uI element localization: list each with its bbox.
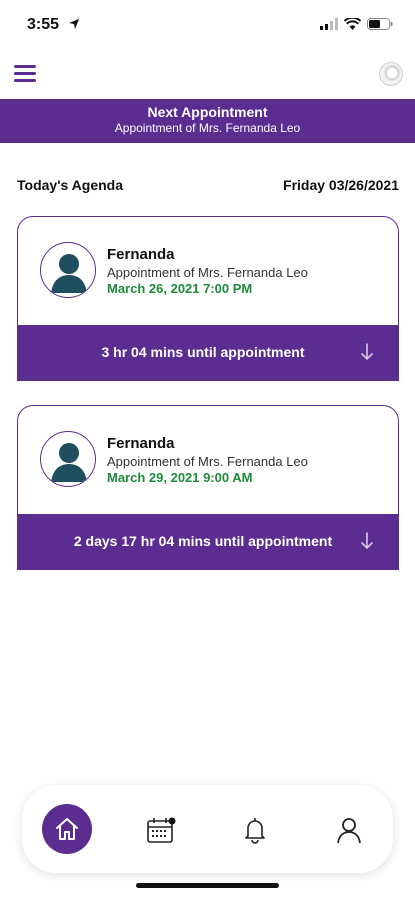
location-arrow-icon [69,19,79,29]
agenda-date: Friday 03/26/2021 [283,177,399,193]
person-silhouette-icon [51,443,87,482]
hamburger-menu-icon[interactable] [14,65,36,83]
appointment-subtitle: Appointment of Mrs. Fernanda Leo [107,265,308,280]
appointment-subtitle: Appointment of Mrs. Fernanda Leo [107,454,308,469]
calendar-icon [147,817,176,843]
agenda-label: Today's Agenda [17,177,124,193]
appointment-card-body[interactable]: Fernanda Appointment of Mrs. Fernanda Le… [18,217,398,326]
home-icon [56,818,78,840]
nav-notifications-button[interactable] [230,805,280,855]
status-bar: 3:55 [0,0,415,52]
patient-name: Fernanda [107,435,175,452]
appointment-countdown-bar[interactable]: 2 days 17 hr 04 mins until appointment [18,514,398,569]
appointment-countdown-bar[interactable]: 3 hr 04 mins until appointment [18,325,398,380]
arrow-down-icon[interactable] [360,531,374,551]
appointment-card[interactable]: Fernanda Appointment of Mrs. Fernanda Le… [17,216,399,381]
wifi-icon [344,18,361,30]
banner-subtitle: Appointment of Mrs. Fernanda Leo [114,121,301,135]
banner-title: Next Appointment [147,104,268,120]
appointment-card-body[interactable]: Fernanda Appointment of Mrs. Fernanda Le… [18,406,398,515]
profile-avatar[interactable] [379,62,403,86]
battery-icon [367,18,393,30]
countdown-text: 2 days 17 hr 04 mins until appointment [73,533,333,549]
patient-avatar [40,431,96,487]
status-icons [320,18,393,30]
app-header [0,58,415,94]
user-icon [337,818,361,844]
agenda-header: Today's Agenda Friday 03/26/2021 [17,177,399,193]
nav-profile-button[interactable] [324,805,374,855]
appointment-card[interactable]: Fernanda Appointment of Mrs. Fernanda Le… [17,405,399,570]
person-silhouette-icon [51,254,87,293]
appointment-datetime: March 26, 2021 7:00 PM [107,281,253,296]
appointment-datetime: March 29, 2021 9:00 AM [107,470,253,485]
cellular-signal-icon [320,18,338,30]
next-appointment-banner[interactable]: Next Appointment Appointment of Mrs. Fer… [0,99,415,143]
countdown-text: 3 hr 04 mins until appointment [101,344,305,360]
bottom-nav [22,785,393,873]
nav-home-button[interactable] [42,804,92,854]
bell-icon [245,818,265,844]
arrow-down-icon[interactable] [360,342,374,362]
patient-avatar [40,242,96,298]
status-time: 3:55 [27,16,60,33]
patient-name: Fernanda [107,246,175,263]
nav-calendar-button[interactable] [136,805,186,855]
home-indicator[interactable] [136,883,279,888]
